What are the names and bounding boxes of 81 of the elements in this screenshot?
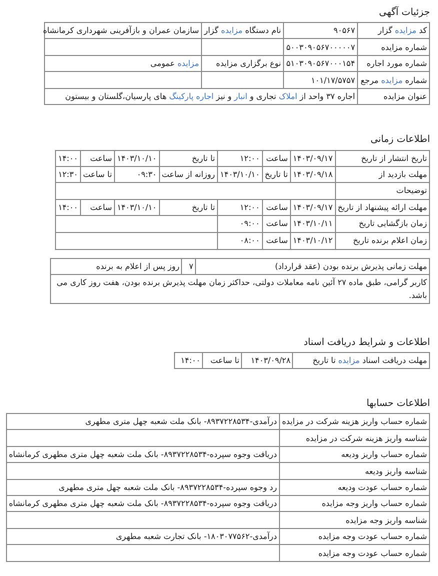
table-cell: ۱۲:۰۰ [217,199,262,215]
table-cell: شماره مورد اجاره [358,56,430,72]
keyword-link[interactable]: مزایده [221,26,243,36]
table-cell: مهلت ارائه پیشنهاد از تاریخ [335,199,430,215]
table-cell: ۱۴۰۳/۰۹/۱۸ [290,166,336,182]
table-cell: ۰۸:۰۰ [217,232,262,249]
table-cell: شماره حساب عودت ودیعه [279,480,430,496]
table-cell: تا تاریخ [262,166,290,182]
table-cell: شناسه واریز وجه مزایده [279,512,430,528]
table-cell: نام دستگاه مزایده گزار [202,22,284,39]
table-cell: سازمان عمران و بازآفرینی شهرداری کرمانشاه [44,22,202,39]
table-cell: ۱۴:۰۰ [56,150,80,166]
table-cell: مهلت دریافت اسناد مزایده تا تاریخ [292,352,430,368]
table-cell: شماره حساب واریز ودیعه [279,446,430,462]
table-cell: تاریخ انتشار از تاریخ [335,150,430,166]
section-title: جزئیات آگهی [379,6,430,20]
table-cell: روزانه از ساعت [159,166,218,182]
section-title: اطلاعات و شرایط دریافت اسناد [304,336,430,350]
table-cell: تا ساعت [80,166,114,182]
table-cell: ۱۴۰۳/۰۹/۱۷ [290,199,336,215]
table-cell: شماره مزایده مرجع [358,72,430,89]
table-cell: دریافت وجوه سپرده-۸۹۳۷۲۲۸۵۳۴- بانک ملت شعبه چهل متری مطهری کرمانشاه [6,496,280,512]
table-cell: شماره حساب عودت وجه مزایده [279,528,430,544]
section-title: اطلاعات زمانی [370,133,430,148]
keyword-link[interactable]: انبار [234,92,248,102]
table-cell: ۵۱۰۳۰۹۰۵۶۷۰۰۰۱۵۴ [284,56,358,72]
table-cell: عنوان مزایده [357,89,429,104]
table-cell-text: اجاره ۳۷ واحد از املاک تجاری و انبار و نیز اجاره پارکینگ های پارسیان،گلستان و بیستون [64,91,356,104]
table-cell: ۱۴۰۳/۱۰/۱۰ [217,166,262,182]
table-cell: توضیحات [335,182,430,199]
table-cell: ساعت [80,199,114,215]
table-cell: ۱۴۰۳/۱۰/۱۲ [290,232,336,249]
table-cell: ۱۴:۰۰ [56,199,80,215]
section-title: اطلاعات حسابها [366,396,430,411]
keyword-link[interactable]: مزایده [177,59,199,68]
table-cell: ساعت [262,215,290,232]
table-cell: تا ساعت [202,352,242,368]
table-cell: ۱۲:۰۰ [217,150,262,166]
table-cell: نوع برگزاری مزایده [202,56,284,72]
table-cell: درآمدی-۸۹۳۷۲۲۸۵۳۴- بانک ملت شعبه چهل متری مطهری [6,414,280,430]
table-cell: ساعت [262,150,290,166]
table-cell: شناسه واریز ودیعه [279,462,430,480]
table-cell: ۱۴۰۳/۱۰/۱۱ [290,215,336,232]
notice-text: کاربر گرامی، طبق ماده ۲۷ آئین نامه معاملات دولتی، حداکثر زمان مهلت پذیرش برنده بودن، هفت روز کاری می باشد. [50,274,430,304]
table-cell: ساعت [262,199,290,215]
table-cell: ساعت [262,232,290,249]
table-cell: ۱۰۱/۱۷/۵۷۵۷ [284,72,358,89]
table-cell: ۱۲:۳۰ [56,166,80,182]
table-cell: تا تاریخ [159,150,218,166]
table-cell: ۱۴۰۳/۰۹/۲۸ [242,352,293,368]
table-cell: شناسه واریز هزینه شرکت در مزایده [279,430,430,446]
table-cell: ۰۹:۰۰ [217,215,262,232]
table-cell: درآمدی-۱۸۰۳۰۷۷۵۶۲- بانک تجارت شعبه مطهری [6,528,280,544]
keyword-link[interactable]: مزایده [338,356,360,365]
table-cell: مهلت زمانی پذیرش برنده بودن (عقد قرارداد) [196,258,430,274]
keyword-link[interactable]: املاک [278,92,298,102]
table-cell: ۱۴۰۳/۱۰/۱۰ [114,150,160,166]
keyword-link[interactable]: مزایده [381,76,403,85]
table-cell: ۱۴۰۳/۰۹/۱۷ [290,150,336,166]
table-cell: دریافت وجوه سپرده-۸۹۳۷۲۲۸۵۳۴- بانک ملت شعبه چهل متری مطهری کرمانشاه [6,446,280,462]
table-cell: شماره حساب واریز وجه مزایده [279,496,430,512]
keyword-link[interactable]: مزایده [394,26,416,36]
table-cell: ساعت [80,150,114,166]
table-cell: شماره حساب واریز هزینه شرکت در مزایده [279,414,430,430]
table-cell: شماره مزایده [358,38,430,56]
table-cell: روز پس از اعلام به برنده [50,258,182,274]
table-cell: ۵۰۰۳۰۹۰۵۶۷۰۰۰۰۰۷ [284,38,358,56]
table-cell: مزایده عمومی [44,56,202,72]
table-cell: ۰۹:۳۰ [114,166,160,182]
table-cell: تا تاریخ [159,199,218,215]
table-cell: ۷ [182,258,196,274]
table-cell: زمان اعلام برنده تاریخ [335,232,430,249]
table-cell: کد مزایده گزار [358,22,430,39]
table-cell: زمان بازگشایی تاریخ [335,215,430,232]
keyword-link[interactable]: اجاره پارکینگ [169,92,214,102]
table-cell: شماره حساب عودت وجه مزایده [279,544,430,562]
table-cell: ۱۴:۰۰ [174,352,203,368]
table-cell: ۹۰۵۶۷ [284,22,358,39]
table-cell: رد وجوه سپرده-۸۹۳۷۲۲۸۵۳۴- بانک ملت شعبه چهل متری مطهری [6,480,280,496]
table-cell: مهلت بازدید از [335,166,430,182]
table-cell: ۱۴۰۳/۱۰/۱۰ [114,199,160,215]
